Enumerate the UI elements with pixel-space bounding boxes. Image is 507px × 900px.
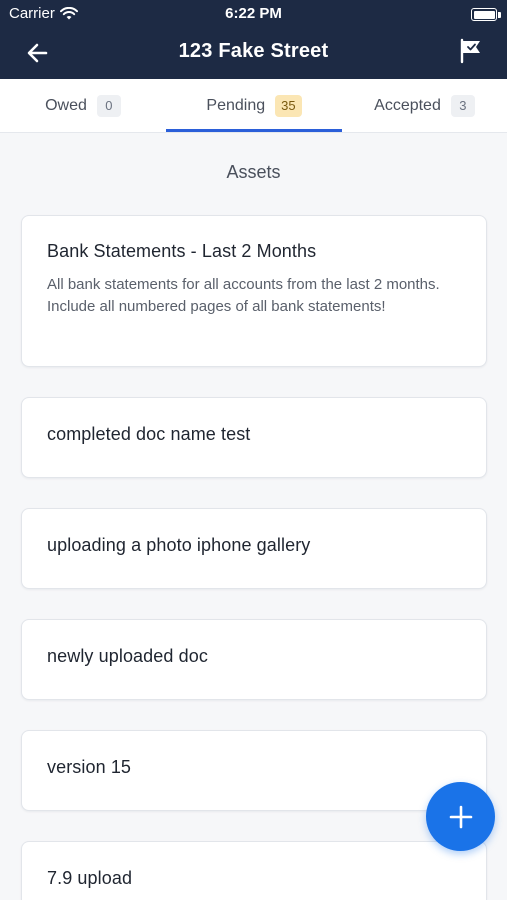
tab-count-badge: 3 (450, 95, 475, 117)
plus-icon (449, 805, 472, 828)
document-title: version 15 (47, 757, 132, 777)
document-title: 7.9 upload (47, 868, 133, 888)
tab-label: Accepted (374, 97, 441, 114)
flag-button[interactable] (459, 38, 483, 64)
section-title: Assets (226, 162, 281, 182)
status-time: 6:22 PM (225, 5, 282, 22)
flag-icon (460, 38, 480, 64)
document-card[interactable]: newly uploaded doc (21, 619, 487, 700)
back-button[interactable] (24, 40, 52, 66)
document-title: Bank Statements - Last 2 Months (47, 241, 317, 261)
document-card[interactable]: Bank Statements - Last 2 Months All bank… (21, 215, 487, 367)
document-description: All bank statements for all accounts fro… (47, 276, 440, 315)
active-tab-indicator (166, 129, 342, 132)
tab-label: Pending (206, 97, 266, 114)
document-card[interactable]: uploading a photo iphone gallery (21, 508, 487, 589)
document-card[interactable]: version 15 (21, 730, 487, 811)
document-title: uploading a photo iphone gallery (47, 535, 311, 555)
battery-icon (471, 8, 497, 21)
battery-tip (498, 12, 501, 18)
tab-pending[interactable]: Pending 35 (166, 79, 342, 133)
navigation-bar: Carrier 6:22 PM 123 Fake Street (0, 0, 507, 79)
tab-label: Owed (45, 97, 87, 114)
battery-level (473, 10, 495, 19)
document-card[interactable]: completed doc name test (21, 397, 487, 478)
tab-accepted[interactable]: Accepted 3 (342, 79, 507, 133)
status-bar: Carrier 6:22 PM (0, 0, 507, 28)
status-tabs: Owed 0 Pending 35 Accepted 3 (0, 79, 507, 133)
document-title: newly uploaded doc (47, 646, 208, 666)
arrow-left-icon (27, 43, 48, 63)
tab-owed[interactable]: Owed 0 (0, 79, 166, 133)
tab-count-badge: 35 (275, 95, 302, 117)
document-card[interactable]: 7.9 upload (21, 841, 487, 900)
add-document-button[interactable] (426, 782, 495, 851)
tab-count-badge: 0 (96, 95, 121, 117)
document-title: completed doc name test (47, 424, 251, 444)
page-title: 123 Fake Street (178, 40, 329, 62)
